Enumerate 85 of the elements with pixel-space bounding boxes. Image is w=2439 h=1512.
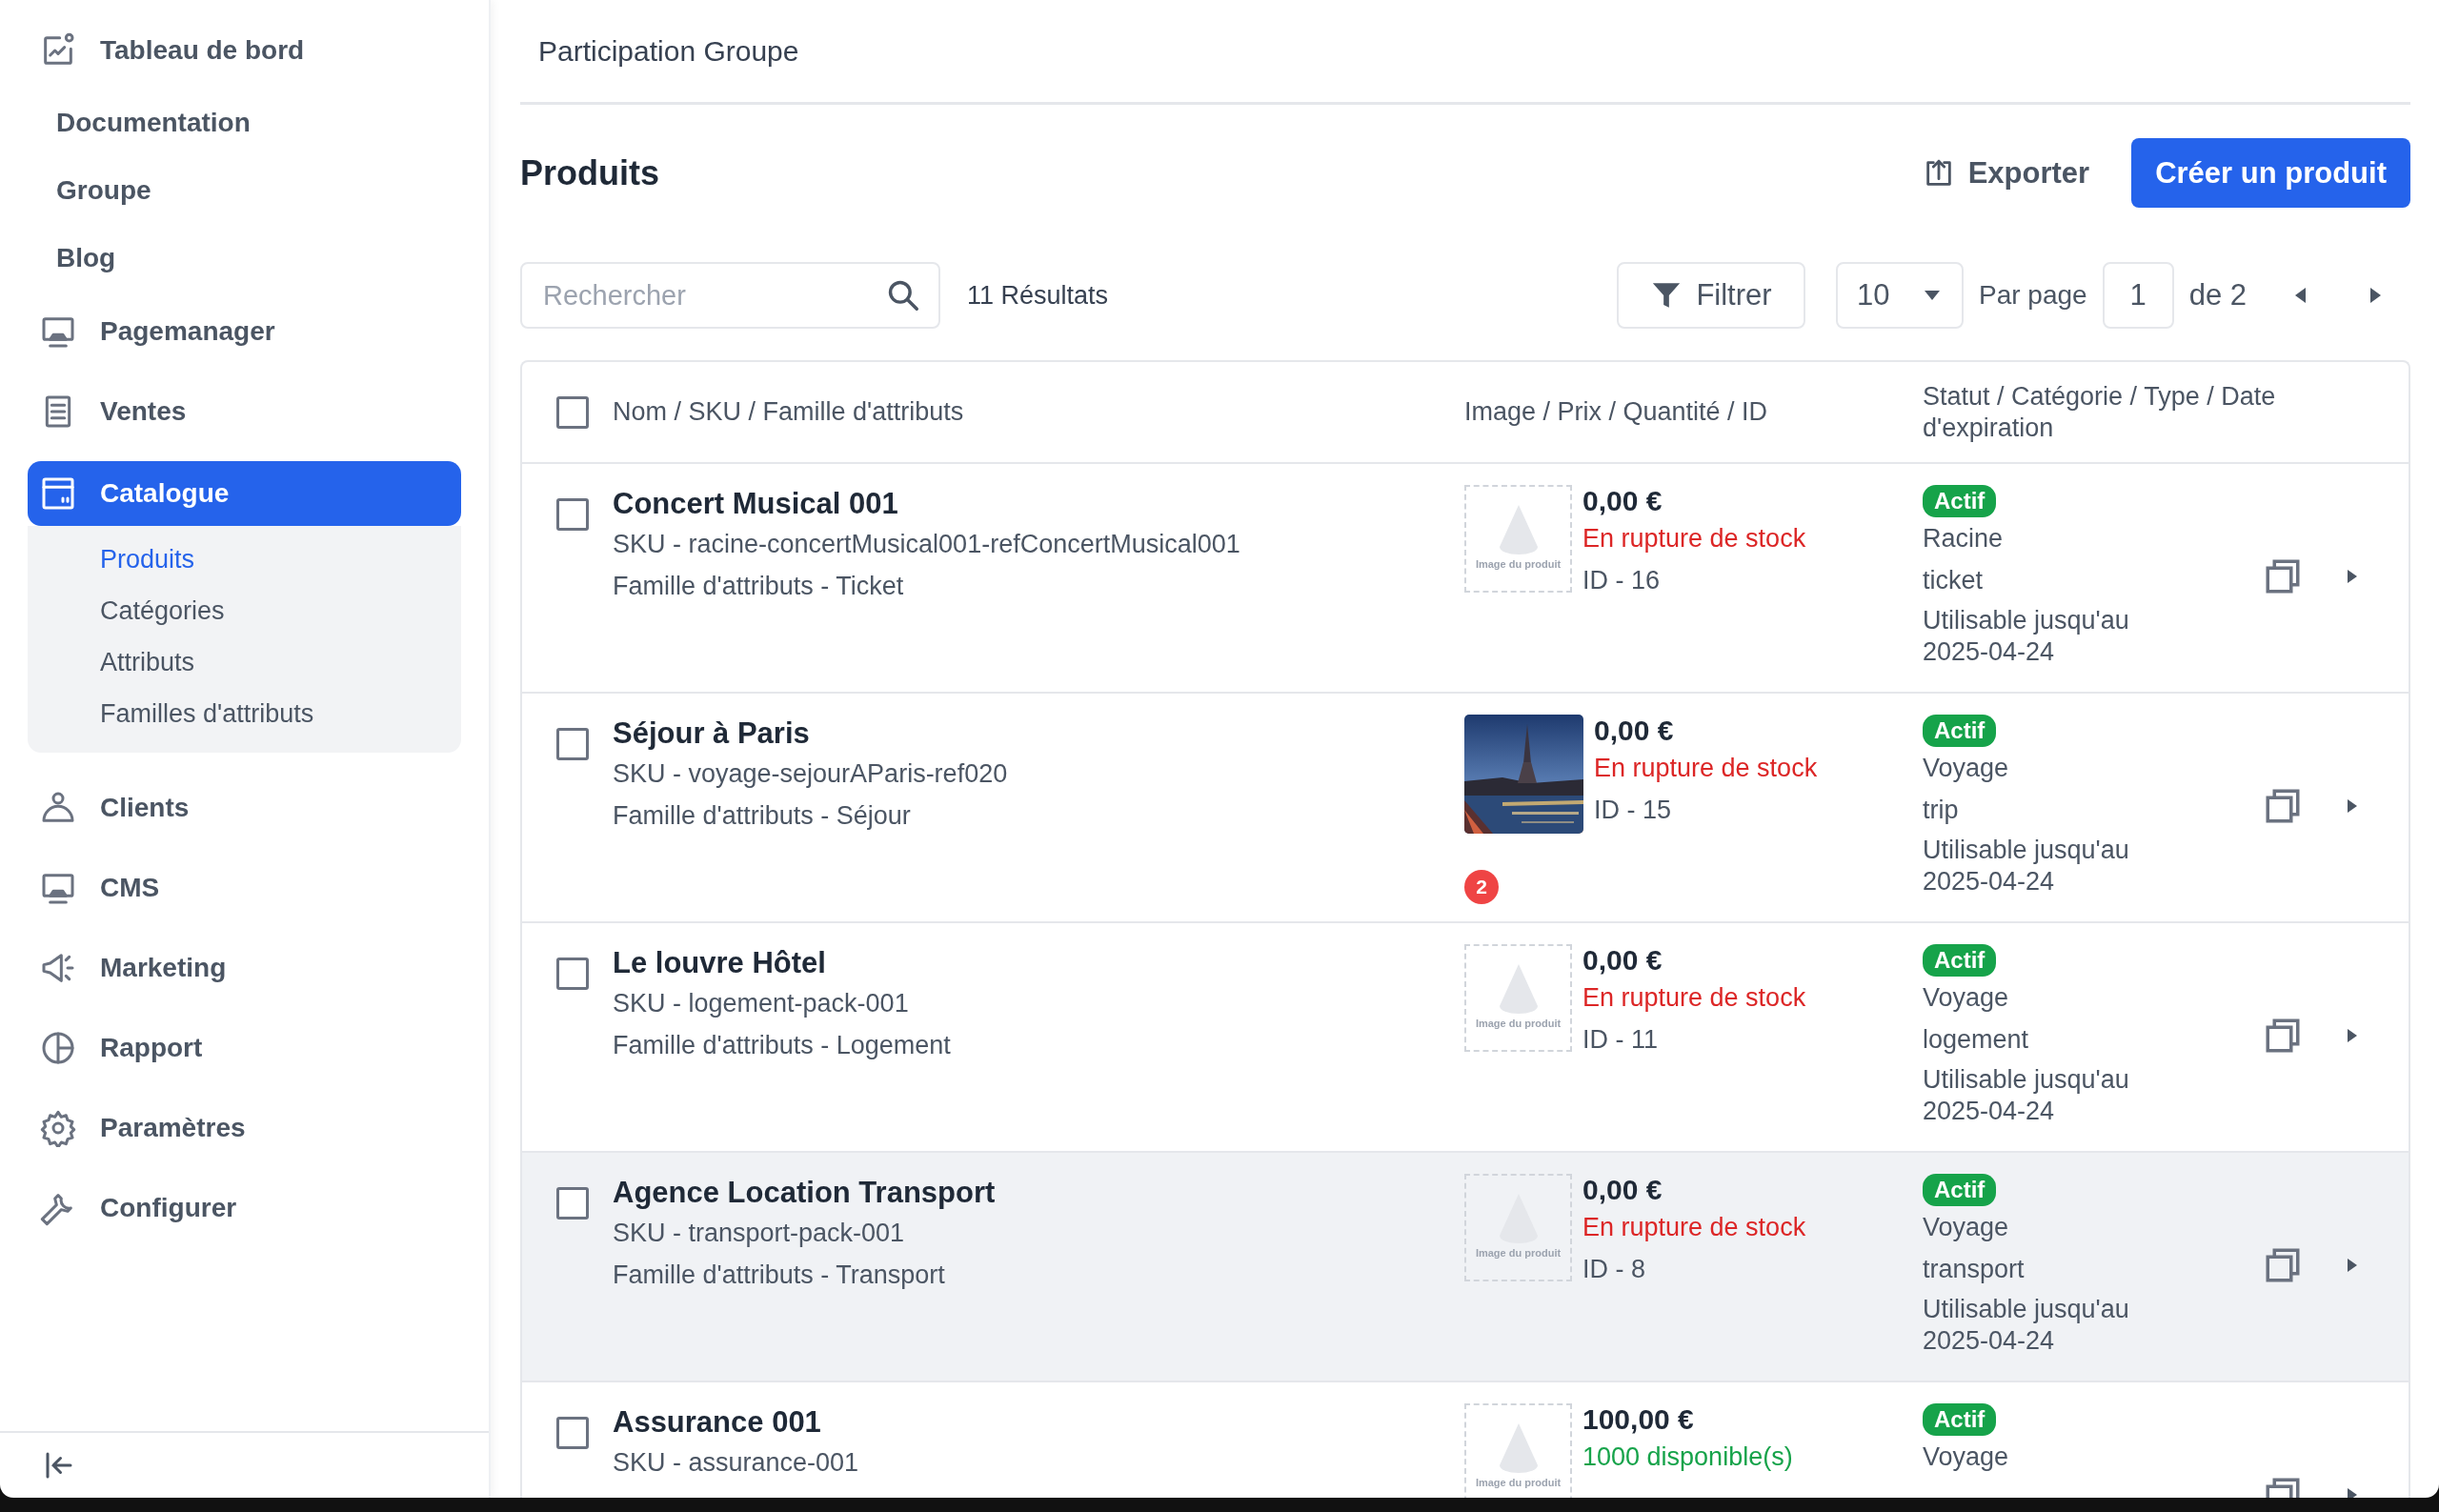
product-category: Voyage [1923, 982, 2010, 1014]
stock-status: En rupture de stock [1582, 1212, 1806, 1243]
header-title: Participation Groupe [538, 34, 799, 68]
search-field[interactable]: Rechercher [520, 262, 940, 329]
column-header: Statut / Catégorie / Type / Date d'expiration [1923, 380, 2277, 444]
stock-status: En rupture de stock [1582, 982, 1806, 1014]
placeholder-image: Image du produit [1464, 485, 1572, 593]
product-sku: SKU - transport-pack-001 [613, 1218, 906, 1249]
status-badge: Actif [1923, 1403, 1997, 1436]
sidebar-item[interactable]: Configurer [28, 1168, 461, 1248]
attribute-family: Famille d'attributs - Logement [613, 1030, 952, 1061]
stock-status: En rupture de stock [1594, 753, 1818, 784]
submenu-item[interactable]: Catégories [100, 585, 461, 636]
product-sku: SKU - logement-pack-001 [613, 988, 910, 1019]
product-type: ticket [1923, 565, 1985, 596]
sidebar-item[interactable]: Tableau de bord [28, 12, 461, 89]
product-name[interactable]: Agence Location Transport [613, 1174, 1464, 1212]
placeholder-image: Image du produit [1464, 1403, 1572, 1498]
price: 100,00 € [1582, 1403, 1695, 1436]
filter-button[interactable]: Filtrer [1617, 262, 1805, 329]
sidebar-item[interactable]: Rapport [28, 1008, 461, 1088]
submenu-item[interactable]: Attributs [100, 636, 461, 688]
page-total: de 2 [2188, 278, 2247, 312]
product-category: Voyage [1923, 1212, 2010, 1243]
sidebar-item[interactable]: Blog [28, 224, 461, 292]
product-sku: SKU - racine-concertMusical001-refConcertMusical001 [613, 529, 1241, 560]
sidebar-item[interactable]: Documentation [28, 89, 461, 156]
sidebar-item[interactable]: Catalogue [28, 461, 461, 526]
product-category: Voyage [1923, 753, 2010, 784]
product-type: transport [1923, 1254, 2026, 1285]
attribute-family: Famille d'attributs - Transport [613, 1260, 946, 1291]
product-name[interactable]: Le louvre Hôtel [613, 944, 1464, 982]
attribute-family: Famille d'attributs - Séjour [613, 800, 912, 832]
product-sku: SKU - voyage-sejourAParis-ref020 [613, 758, 1009, 790]
column-header: Nom / SKU / Famille d'attributs [613, 396, 965, 428]
expiry-date: Utilisable jusqu'au 2025-04-24 [1923, 1064, 2130, 1127]
product-row[interactable]: Assurance 001 SKU - assurance-001 Image du produit 100,00 € 1000 disponible(s) Actif Voyage [522, 1382, 2409, 1498]
per-page-label: Par page [1979, 280, 2087, 311]
sidebar-item[interactable]: Pagemanager [28, 292, 461, 372]
page-title: Produits [520, 152, 660, 193]
product-row[interactable]: Agence Location Transport SKU - transport-pack-001 Famille d'attributs - Transport Image du produit 0,00 € En rupture de stock ID - 8 Actif Voyage transport Utilisable jusqu'au 2025-04-24 [522, 1153, 2409, 1382]
export-button[interactable]: Exporter [1922, 155, 2090, 191]
sidebar-item[interactable]: Ventes [28, 372, 461, 452]
sidebar-item[interactable]: Clients [28, 768, 461, 848]
product-id: ID - 16 [1582, 565, 1662, 596]
price: 0,00 € [1594, 715, 1675, 747]
column-header: Image / Prix / Quantité / ID [1464, 396, 1769, 428]
status-badge: Actif [1923, 485, 1997, 517]
product-type: logement [1923, 1024, 2030, 1056]
product-id: ID - 8 [1582, 1254, 1646, 1285]
status-badge: Actif [1923, 715, 1997, 747]
price: 0,00 € [1582, 944, 1663, 977]
stock-status: 1000 disponible(s) [1582, 1441, 1793, 1473]
page-number-field[interactable]: 1 [2102, 262, 2174, 329]
expiry-date: Utilisable jusqu'au 2025-04-24 [1923, 835, 2130, 897]
per-page-select[interactable]: 10 [1836, 262, 1964, 329]
product-name[interactable]: Concert Musical 001 [613, 485, 1464, 523]
price: 0,00 € [1582, 485, 1663, 517]
product-row[interactable]: Séjour à Paris SKU - voyage-sejourAParis-ref020 Famille d'attributs - Séjour 2 0,00 € En rupture de stock ID - 15 Actif Voyage trip Utilisable jusqu'au 2025-04-24 [522, 694, 2409, 923]
expiry-date: Utilisable jusqu'au 2025-04-24 [1923, 1294, 2130, 1357]
product-category: Voyage [1923, 1441, 2010, 1473]
sidebar-item[interactable]: Marketing [28, 928, 461, 1008]
submenu-item[interactable]: Familles d'attributs [100, 688, 461, 739]
stock-status: En rupture de stock [1582, 523, 1806, 554]
price: 0,00 € [1582, 1174, 1663, 1206]
product-name[interactable]: Séjour à Paris [613, 715, 1464, 753]
expiry-date: Utilisable jusqu'au 2025-04-24 [1923, 605, 2130, 668]
create-product-button[interactable]: Créer un produit [2131, 138, 2410, 208]
product-sku: SKU - assurance-001 [613, 1447, 860, 1479]
sidebar-item[interactable]: Paramètres [28, 1088, 461, 1168]
results-count: 11 Résultats [967, 280, 1110, 311]
placeholder-image: Image du produit [1464, 1174, 1572, 1281]
sidebar-item[interactable]: CMS [28, 848, 461, 928]
sidebar-item[interactable]: Groupe [28, 156, 461, 224]
product-name[interactable]: Assurance 001 [613, 1403, 1464, 1441]
count-badge: 2 [1464, 870, 1499, 904]
product-id: ID - 15 [1594, 795, 1673, 826]
submenu-item[interactable]: Produits [100, 534, 461, 585]
attribute-family: Famille d'attributs - Ticket [613, 571, 905, 602]
placeholder-image: Image du produit [1464, 944, 1572, 1052]
product-type: trip [1923, 795, 1960, 826]
status-badge: Actif [1923, 944, 1997, 977]
product-id: ID - 11 [1582, 1024, 1660, 1056]
product-category: Racine [1923, 523, 2005, 554]
status-badge: Actif [1923, 1174, 1997, 1206]
